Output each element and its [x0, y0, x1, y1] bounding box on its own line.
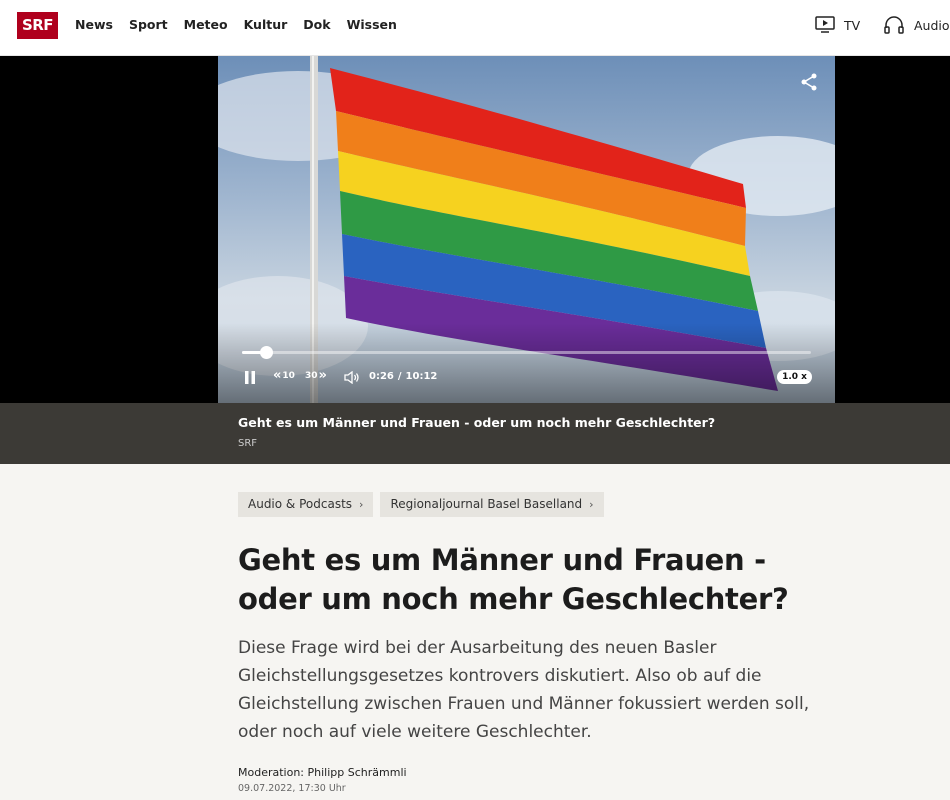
video-caption-source: SRF [238, 438, 258, 449]
audio-label: Audio [914, 17, 950, 33]
time-display: 0:26 / 10:12 [369, 371, 437, 382]
nav-item-news[interactable]: News [75, 17, 113, 32]
article-lead: Diese Frage wird bei der Ausarbeitung de… [238, 638, 810, 742]
breadcrumb-regionaljournal[interactable]: Regionaljournal Basel Baselland › [380, 492, 604, 517]
breadcrumb-audio-podcasts[interactable]: Audio & Podcasts › [238, 492, 374, 517]
share-icon[interactable] [800, 73, 818, 91]
progress-bar[interactable] [242, 346, 811, 359]
pause-icon [245, 371, 255, 384]
srf-logo[interactable]: SRF [17, 12, 58, 39]
breadcrumb-label: Audio & Podcasts [248, 497, 353, 511]
moderation-credit: Moderation: Philipp Schrämmli [238, 766, 407, 779]
chevron-right-icon: › [589, 498, 594, 511]
rewind-seconds: 10 [282, 371, 295, 381]
video-caption-title: Geht es um Männer und Frauen - oder um n… [238, 415, 716, 430]
nav-item-kultur[interactable]: Kultur [244, 17, 288, 32]
breadcrumb-label: Regionaljournal Basel Baselland [390, 497, 583, 511]
video-caption-bar: Geht es um Männer und Frauen - oder um n… [0, 403, 950, 464]
rewind-icon: « [273, 368, 282, 383]
forward-icon: » [318, 368, 327, 383]
tv-label: TV [844, 17, 861, 33]
forward-seconds: 30 [305, 371, 318, 381]
video-player[interactable]: « 10 30 » 0:26 / 10:12 1.0 x [218, 56, 835, 403]
tv-icon [815, 16, 835, 33]
nav-item-dok[interactable]: Dok [303, 17, 330, 32]
page-title: Geht es um Männer und Frauen - oder um n… [238, 543, 789, 616]
playback-speed-button[interactable]: 1.0 x [777, 370, 812, 384]
time-separator: / [397, 371, 402, 382]
publish-date: 09.07.2022, 17:30 Uhr [238, 783, 346, 794]
main-nav: News Sport Meteo Kultur Dok Wissen [75, 17, 397, 32]
volume-icon [344, 371, 359, 384]
forward-button[interactable]: 30 » [305, 368, 327, 383]
controls-overlay [218, 323, 835, 403]
headphones-icon [884, 16, 904, 34]
duration: 10:12 [405, 371, 438, 382]
volume-button[interactable] [344, 371, 360, 384]
site-header: SRF News Sport Meteo Kultur Dok Wissen T… [0, 0, 950, 56]
audio-link[interactable]: Audio [883, 16, 950, 34]
breadcrumb: Audio & Podcasts › Regionaljournal Basel… [238, 492, 604, 517]
current-time: 0:26 [369, 371, 394, 382]
nav-item-wissen[interactable]: Wissen [347, 17, 397, 32]
tv-link[interactable]: TV [815, 16, 860, 34]
progress-handle[interactable] [259, 346, 273, 359]
nav-item-sport[interactable]: Sport [129, 17, 168, 32]
nav-item-meteo[interactable]: Meteo [184, 17, 228, 32]
chevron-right-icon: › [359, 498, 364, 511]
pause-button[interactable] [244, 371, 256, 384]
rewind-button[interactable]: « 10 [273, 368, 295, 383]
